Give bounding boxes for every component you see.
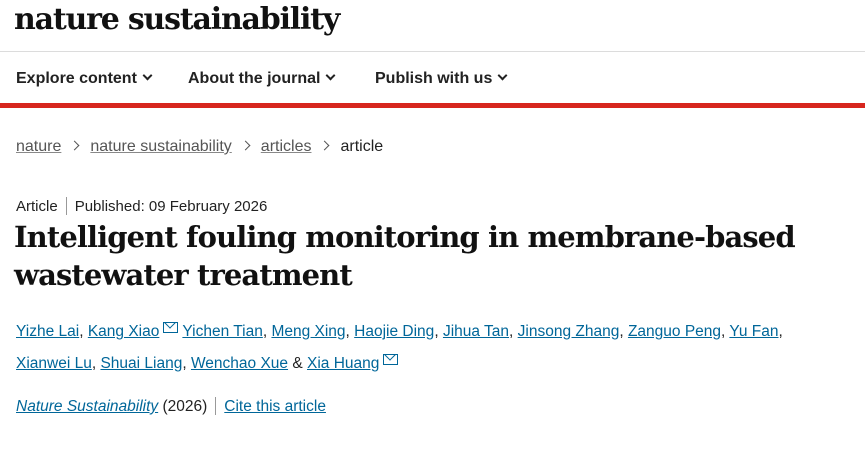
author-link[interactable]: Wenchao Xue: [191, 355, 288, 372]
author-link[interactable]: Haojie Ding: [354, 323, 434, 340]
author-separator: ,: [509, 323, 518, 340]
publication-year: (2026): [162, 398, 208, 416]
author-link[interactable]: Zanguo Peng: [628, 323, 721, 340]
author-separator: ,: [345, 323, 355, 340]
article-meta: Article Published: 09 February 2026: [16, 197, 268, 216]
author-separator: ,: [182, 355, 191, 372]
nav-label: Publish with us: [375, 70, 493, 87]
chevron-right-icon: [240, 140, 251, 151]
nav-label: About the journal: [188, 70, 321, 87]
author-link[interactable]: Yichen Tian: [182, 323, 262, 340]
author-separator: ,: [79, 323, 88, 340]
cite-article-link[interactable]: Cite this article: [224, 398, 326, 415]
author-link[interactable]: Jihua Tan: [443, 323, 509, 340]
main-nav: Explore content About the journal Publis…: [0, 52, 865, 108]
nav-about-journal[interactable]: About the journal: [188, 70, 336, 88]
citation-line: Nature Sustainability (2026) Cite this ar…: [16, 397, 326, 416]
author-link[interactable]: Kang Xiao: [88, 323, 160, 340]
author-link[interactable]: Xia Huang: [307, 355, 379, 372]
author-separator: ,: [434, 323, 443, 340]
mail-icon[interactable]: [383, 354, 399, 366]
author-link[interactable]: Yu Fan: [729, 323, 778, 340]
author-link[interactable]: Yizhe Lai: [16, 323, 79, 340]
chevron-down-icon: [497, 70, 508, 81]
article-title: Intelligent fouling monitoring in membra…: [14, 220, 796, 292]
author-list: Yizhe Lai, Kang Xiao Yichen Tian, Meng X…: [16, 316, 836, 380]
journal-logo[interactable]: nature sustainability: [14, 2, 340, 37]
chevron-down-icon: [142, 70, 153, 81]
chevron-right-icon: [320, 140, 330, 151]
divider: [215, 397, 217, 415]
author-link[interactable]: Meng Xing: [271, 323, 345, 340]
nav-explore-content[interactable]: Explore content: [16, 70, 153, 88]
breadcrumb-nature[interactable]: nature: [16, 138, 61, 155]
mail-icon[interactable]: [163, 322, 179, 334]
author-link[interactable]: Jinsong Zhang: [518, 323, 620, 340]
author-link[interactable]: Xianwei Lu: [16, 355, 92, 372]
author-link[interactable]: Shuai Liang: [100, 355, 182, 372]
breadcrumb-nature-sustainability[interactable]: nature sustainability: [90, 138, 231, 155]
chevron-down-icon: [325, 70, 336, 81]
published-date: Published: 09 February 2026: [74, 198, 268, 215]
divider: [65, 197, 67, 216]
chevron-right-icon: [69, 140, 80, 151]
breadcrumb: nature nature sustainability articles artic…: [16, 138, 383, 156]
masthead: nature sustainability: [0, 0, 865, 52]
author-separator: ,: [619, 323, 628, 340]
author-separator: &: [288, 355, 307, 372]
breadcrumb-current: article: [340, 138, 384, 155]
author-separator: ,: [778, 323, 783, 340]
article-type: Article: [16, 198, 58, 215]
journal-link[interactable]: Nature Sustainability: [16, 398, 158, 415]
breadcrumb-articles[interactable]: articles: [261, 138, 312, 155]
nav-publish-with-us[interactable]: Publish with us: [375, 70, 508, 88]
nav-label: Explore content: [16, 70, 137, 87]
